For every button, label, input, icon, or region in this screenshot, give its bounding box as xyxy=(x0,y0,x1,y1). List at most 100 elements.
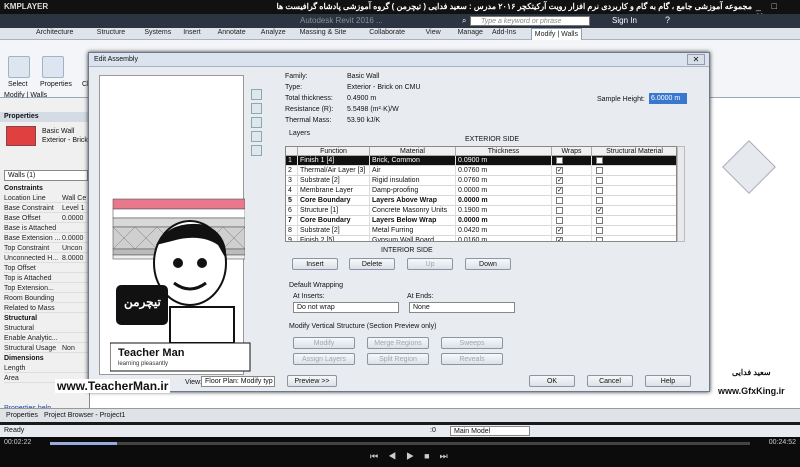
property-row[interactable]: Related to Mass xyxy=(4,304,88,313)
cell-t[interactable]: 0.0160 m xyxy=(456,236,552,241)
cell-m[interactable]: Concrete Masonry Units xyxy=(370,206,456,216)
at-ends-select[interactable]: None xyxy=(409,302,515,313)
search-input[interactable]: Type a keyword or phrase xyxy=(470,16,590,26)
property-value[interactable]: Uncon xyxy=(62,244,82,253)
structural-checkbox[interactable] xyxy=(596,187,603,194)
layers-table[interactable]: Function Material Thickness Wraps Structural… xyxy=(285,146,677,242)
cell-t[interactable]: 0.0000 m xyxy=(456,186,552,196)
tab-structure[interactable]: Structure xyxy=(97,29,125,36)
cell-n[interactable]: 2 xyxy=(286,166,298,176)
table-row[interactable]: 2 Thermal/Air Layer [3] Air 0.0760 m ✓ xyxy=(286,166,676,176)
tab-massing-site[interactable]: Massing & Site xyxy=(300,29,347,36)
property-row[interactable]: Top Constraint Uncon xyxy=(4,244,88,253)
cell-n[interactable]: 7 xyxy=(286,216,298,226)
property-row[interactable]: Top is Attached xyxy=(4,274,88,283)
cell-f[interactable]: Substrate [2] xyxy=(298,226,370,236)
property-value[interactable]: 0.0000 xyxy=(62,214,83,223)
property-row[interactable]: Top Extension... xyxy=(4,284,88,293)
orbit-icon[interactable] xyxy=(251,145,262,156)
tab-modify-walls[interactable]: Modify | Walls xyxy=(530,28,582,40)
property-value[interactable]: 0.0000 xyxy=(62,234,83,243)
merge-regions-button[interactable]: Merge Regions xyxy=(367,337,429,349)
cell-m[interactable]: Gypsum Wall Board xyxy=(370,236,456,241)
instance-selector[interactable]: Walls (1) xyxy=(4,170,88,181)
structural-checkbox[interactable]: ✓ xyxy=(596,207,603,214)
at-inserts-select[interactable]: Do not wrap xyxy=(293,302,399,313)
wraps-checkbox[interactable]: ✓ xyxy=(556,167,563,174)
cell-f[interactable]: Core Boundary xyxy=(298,216,370,226)
structural-checkbox[interactable] xyxy=(596,177,603,184)
move-up-button[interactable]: Up xyxy=(407,258,453,270)
sweeps-button[interactable]: Sweeps xyxy=(441,337,503,349)
dialog-close-button[interactable]: ✕ xyxy=(687,54,705,65)
wraps-checkbox[interactable] xyxy=(556,207,563,214)
structural-checkbox[interactable] xyxy=(596,237,603,241)
table-row[interactable]: 4 Membrane Layer Damp-proofing 0.0000 m ✓ xyxy=(286,186,676,196)
cell-t[interactable]: 0.0000 m xyxy=(456,216,552,226)
table-row[interactable]: 5 Core Boundary Layers Above Wrap 0.0000 m xyxy=(286,196,676,206)
cell-f[interactable]: Thermal/Air Layer [3] xyxy=(298,166,370,176)
tab-add-ins[interactable]: Add-Ins xyxy=(492,29,516,36)
help-button[interactable]: Help xyxy=(645,375,691,387)
cell-t[interactable]: 0.0000 m xyxy=(456,196,552,206)
wraps-checkbox[interactable] xyxy=(556,197,563,204)
cancel-button[interactable]: Cancel xyxy=(587,375,633,387)
cell-m[interactable]: Air xyxy=(370,166,456,176)
wraps-checkbox[interactable]: ✓ xyxy=(556,187,563,194)
cell-f[interactable]: Substrate [2] xyxy=(298,176,370,186)
zoom-fit-icon[interactable] xyxy=(251,131,262,142)
property-row[interactable]: Base Offset 0.0000 xyxy=(4,214,88,223)
modify-button[interactable]: Modify xyxy=(293,337,355,349)
pan-icon[interactable] xyxy=(251,117,262,128)
help-icon[interactable]: ? xyxy=(665,15,670,25)
cell-n[interactable]: 3 xyxy=(286,176,298,186)
assign-layers-button[interactable]: Assign Layers xyxy=(293,353,355,365)
property-row[interactable]: Unconnected H... 8.0000 xyxy=(4,254,88,263)
property-row[interactable]: Location Line Wall Ce xyxy=(4,194,88,203)
cell-m[interactable]: Damp-proofing xyxy=(370,186,456,196)
cell-n[interactable]: 1 xyxy=(286,156,298,166)
wraps-checkbox[interactable] xyxy=(556,217,563,224)
layers-scrollbar[interactable] xyxy=(677,146,685,242)
cell-t[interactable]: 0.0760 m xyxy=(456,176,552,186)
sample-height-input[interactable]: 6.0000 m xyxy=(649,93,687,104)
workset-select[interactable]: Main Model xyxy=(450,426,530,436)
cell-m[interactable]: Brick, Common xyxy=(370,156,456,166)
property-value[interactable]: Wall Ce xyxy=(62,194,86,203)
cell-n[interactable]: 5 xyxy=(286,196,298,206)
tab-systems[interactable]: Systems xyxy=(144,29,171,36)
cell-f[interactable]: Core Boundary xyxy=(298,196,370,206)
reveals-button[interactable]: Reveals xyxy=(441,353,503,365)
cell-t[interactable]: 0.0760 m xyxy=(456,166,552,176)
window-controls[interactable]: _ □ ✕ xyxy=(756,1,796,21)
tab-collaborate[interactable]: Collaborate xyxy=(369,29,405,36)
table-row[interactable]: 3 Substrate [2] Rigid insulation 0.0760 m ✓ xyxy=(286,176,676,186)
zoom-out-icon[interactable] xyxy=(251,103,262,114)
cell-n[interactable]: 4 xyxy=(286,186,298,196)
cell-m[interactable]: Rigid insulation xyxy=(370,176,456,186)
cell-m[interactable]: Layers Above Wrap xyxy=(370,196,456,206)
tab-view[interactable]: View xyxy=(426,29,441,36)
seek-bar[interactable] xyxy=(50,442,750,445)
cell-f[interactable]: Finish 2 [5] xyxy=(298,236,370,241)
zoom-in-icon[interactable] xyxy=(251,89,262,100)
cell-f[interactable]: Structure [1] xyxy=(298,206,370,216)
viewcube-icon[interactable] xyxy=(722,140,776,194)
insert-layer-button[interactable]: Insert xyxy=(292,258,338,270)
tab-analyze[interactable]: Analyze xyxy=(261,29,286,36)
property-row[interactable]: Base Constraint Level 1 xyxy=(4,204,88,213)
cell-m[interactable]: Layers Below Wrap xyxy=(370,216,456,226)
property-row[interactable]: Base Extension ... 0.0000 xyxy=(4,234,88,243)
structural-checkbox[interactable] xyxy=(596,227,603,234)
property-row[interactable]: Room Bounding xyxy=(4,294,88,303)
cell-t[interactable]: 0.0900 m xyxy=(456,156,552,166)
table-row[interactable]: 6 Structure [1] Concrete Masonry Units 0.19… xyxy=(286,206,676,216)
signin-link[interactable]: Sign In xyxy=(612,16,637,25)
tab-annotate[interactable]: Annotate xyxy=(218,29,246,36)
tab-architecture[interactable]: Architecture xyxy=(36,29,73,36)
split-region-button[interactable]: Split Region xyxy=(367,353,429,365)
table-row[interactable]: 7 Core Boundary Layers Below Wrap 0.0000 m xyxy=(286,216,676,226)
structural-checkbox[interactable] xyxy=(596,167,603,174)
cell-f[interactable]: Finish 1 [4] xyxy=(298,156,370,166)
ok-button[interactable]: OK xyxy=(529,375,575,387)
